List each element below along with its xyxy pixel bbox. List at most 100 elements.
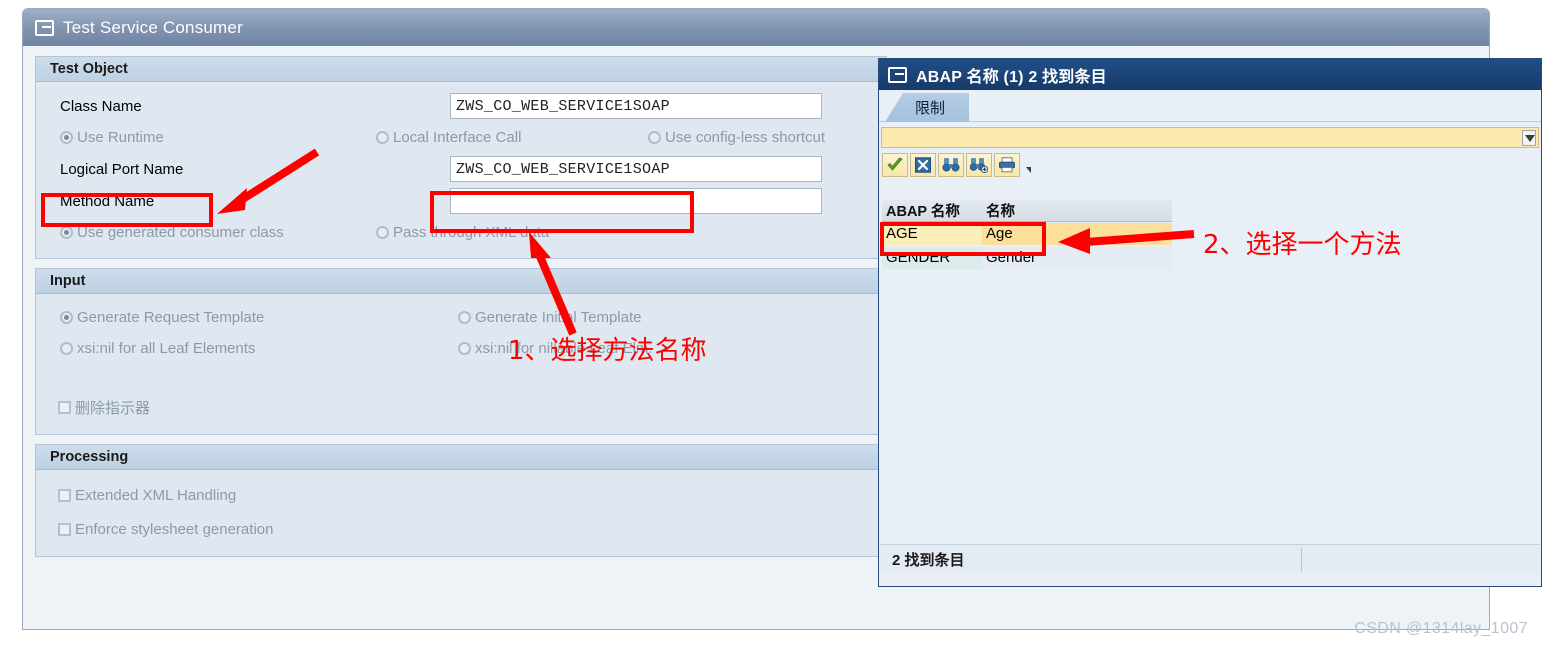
annotation-2-text: 2、选择一个方法: [1203, 230, 1402, 260]
group-input-title: Input: [50, 273, 86, 289]
radio-use-generated-consumer-class-mark: [60, 226, 73, 239]
radio-row-consumer-options: Use generated consumer class Pass throug…: [36, 217, 886, 248]
radio-use-config-less-shortcut[interactable]: Use config-less shortcut: [648, 129, 825, 146]
field-row-class-name: Class Name ZWS_CO_WEB_SERVICE1SOAP: [36, 90, 886, 122]
extended-xml-handling-label: Extended XML Handling: [75, 486, 237, 504]
radio-pass-through-xml-data-mark: [376, 226, 389, 239]
radio-generate-request-template[interactable]: Generate Request Template: [60, 309, 458, 326]
find-binoculars-icon[interactable]: [938, 152, 964, 177]
group-input-header: Input: [36, 269, 886, 294]
find-next-binoculars-icon[interactable]: [966, 152, 992, 177]
class-name-input[interactable]: ZWS_CO_WEB_SERVICE1SOAP: [450, 93, 822, 119]
checkbox-row-extended-xml-handling: Extended XML Handling: [36, 478, 886, 512]
radio-use-generated-consumer-class[interactable]: Use generated consumer class: [60, 224, 376, 241]
abap-dialog-tabstrip: 限制: [879, 90, 1541, 122]
radio-local-interface-call-mark: [376, 131, 389, 144]
radio-use-config-less-shortcut-mark: [648, 131, 661, 144]
tab-restriction[interactable]: 限制: [885, 93, 970, 122]
radio-local-interface-call-label: Local Interface Call: [393, 129, 522, 146]
toolbar-overflow-arrow-icon[interactable]: [1022, 153, 1034, 177]
radio-generate-request-template-mark: [60, 311, 73, 324]
group-processing-body: Extended XML Handling Enforce stylesheet…: [36, 470, 886, 556]
table-header-row: ABAP 名称 名称: [882, 200, 1172, 222]
delete-indicator-checkbox[interactable]: [58, 400, 71, 414]
window-sap-icon: [35, 19, 54, 36]
delete-indicator-label: 删除指示器: [75, 399, 151, 417]
extended-xml-handling-checkbox[interactable]: [58, 488, 71, 502]
enforce-stylesheet-generation-label: Enforce stylesheet generation: [75, 520, 274, 538]
radio-use-runtime[interactable]: Use Runtime: [60, 129, 376, 146]
radio-row-runtime-options: Use Runtime Local Interface Call Use con…: [36, 122, 886, 153]
abap-name-search-dialog: ABAP 名称 (1) 2 找到条目 限制 ABAP 名称 名称 AGE Age…: [878, 58, 1542, 587]
abap-status-found-entries: 2 找到条目: [892, 552, 965, 569]
input-spacer: [36, 364, 886, 390]
print-icon[interactable]: [994, 152, 1020, 177]
radio-row-template-generation: Generate Request Template Generate Initi…: [36, 302, 886, 333]
radio-pass-through-xml-data-label: Pass through XML data: [393, 224, 550, 241]
main-window-titlebar: Test Service Consumer: [23, 9, 1489, 46]
binoculars-glyph: [942, 157, 960, 171]
checkbox-row-delete-indicator: 删除指示器: [36, 390, 886, 424]
abap-dialog-title: ABAP 名称 (1) 2 找到条目: [916, 68, 1107, 86]
confirm-check-icon[interactable]: [882, 152, 908, 177]
column-header-name[interactable]: 名称: [982, 200, 1172, 221]
binoculars-plus-glyph: [970, 157, 988, 173]
logical-port-name-label: Logical Port Name: [60, 160, 184, 178]
radio-xsi-nil-all-leaf-elements-label: xsi:nil for all Leaf Elements: [77, 340, 256, 357]
radio-pass-through-xml-data[interactable]: Pass through XML data: [376, 224, 549, 241]
chevron-down-icon[interactable]: [1522, 130, 1536, 146]
radio-use-runtime-mark: [60, 131, 73, 144]
cell-abap-name[interactable]: GENDER: [882, 247, 982, 269]
status-separator: [1300, 547, 1302, 572]
group-processing-header: Processing: [36, 445, 886, 470]
radio-use-runtime-label: Use Runtime: [77, 129, 164, 146]
radio-xsi-nil-all-leaf-elements-mark: [60, 342, 73, 355]
class-name-label: Class Name: [60, 97, 142, 115]
table-row[interactable]: GENDER Gender: [882, 246, 1172, 270]
cell-abap-name[interactable]: AGE: [882, 223, 982, 245]
annotation-1-text: 1、选择方法名称: [508, 336, 707, 366]
window-sap-icon: [888, 66, 907, 83]
radio-xsi-nil-all-leaf-elements[interactable]: xsi:nil for all Leaf Elements: [60, 340, 458, 357]
group-input: Input Generate Request Template Generate…: [35, 268, 887, 435]
check-glyph: [887, 157, 903, 171]
group-input-body: Generate Request Template Generate Initi…: [36, 294, 886, 434]
abap-dialog-titlebar: ABAP 名称 (1) 2 找到条目: [879, 59, 1541, 90]
radio-use-generated-consumer-class-label: Use generated consumer class: [77, 224, 284, 241]
radio-generate-initial-template-label: Generate Initial Template: [475, 309, 642, 326]
radio-row-xsi-nil-options: xsi:nil for all Leaf Elements xsi:nil fo…: [36, 333, 886, 364]
radio-use-config-less-shortcut-label: Use config-less shortcut: [665, 129, 826, 146]
x-glyph: [915, 156, 931, 173]
column-header-abap-name[interactable]: ABAP 名称: [882, 200, 982, 221]
group-test-object-body: Class Name ZWS_CO_WEB_SERVICE1SOAP Use R…: [36, 82, 886, 258]
field-row-method-name: Method Name: [36, 185, 886, 217]
printer-glyph: [999, 156, 1015, 172]
tab-restriction-label: 限制: [915, 100, 946, 117]
abap-dialog-toolbar: [879, 151, 1541, 178]
radio-generate-initial-template-mark: [458, 311, 471, 324]
method-name-input[interactable]: [450, 188, 822, 214]
group-test-object: Test Object Class Name ZWS_CO_WEB_SERVIC…: [35, 56, 887, 259]
field-row-logical-port-name: Logical Port Name ZWS_CO_WEB_SERVICE1SOA…: [36, 153, 886, 185]
abap-search-input[interactable]: [881, 127, 1539, 148]
radio-xsi-nil-nillable-leaf-elm-mark: [458, 342, 471, 355]
cancel-x-icon[interactable]: [910, 152, 936, 177]
watermark-text: CSDN @1314lay_1007: [1354, 620, 1528, 637]
table-row[interactable]: AGE Age: [882, 222, 1172, 246]
group-test-object-title: Test Object: [50, 61, 128, 77]
cell-name[interactable]: Gender: [982, 247, 1172, 269]
group-test-object-header: Test Object: [36, 57, 886, 82]
cell-name[interactable]: Age: [982, 223, 1172, 245]
checkbox-row-enforce-stylesheet-generation: Enforce stylesheet generation: [36, 512, 886, 546]
abap-dialog-statusbar: 2 找到条目: [880, 544, 1540, 574]
method-name-label: Method Name: [60, 192, 155, 210]
group-processing-title: Processing: [50, 449, 129, 465]
radio-local-interface-call[interactable]: Local Interface Call: [376, 129, 648, 146]
logical-port-name-input[interactable]: ZWS_CO_WEB_SERVICE1SOAP: [450, 156, 822, 182]
main-window-title: Test Service Consumer: [63, 17, 243, 37]
enforce-stylesheet-generation-checkbox[interactable]: [58, 522, 71, 536]
radio-generate-request-template-label: Generate Request Template: [77, 309, 265, 326]
abap-result-table: ABAP 名称 名称 AGE Age GENDER Gender: [882, 200, 1172, 270]
group-processing: Processing Extended XML Handling Enforce…: [35, 444, 887, 557]
radio-generate-initial-template[interactable]: Generate Initial Template: [458, 309, 642, 326]
